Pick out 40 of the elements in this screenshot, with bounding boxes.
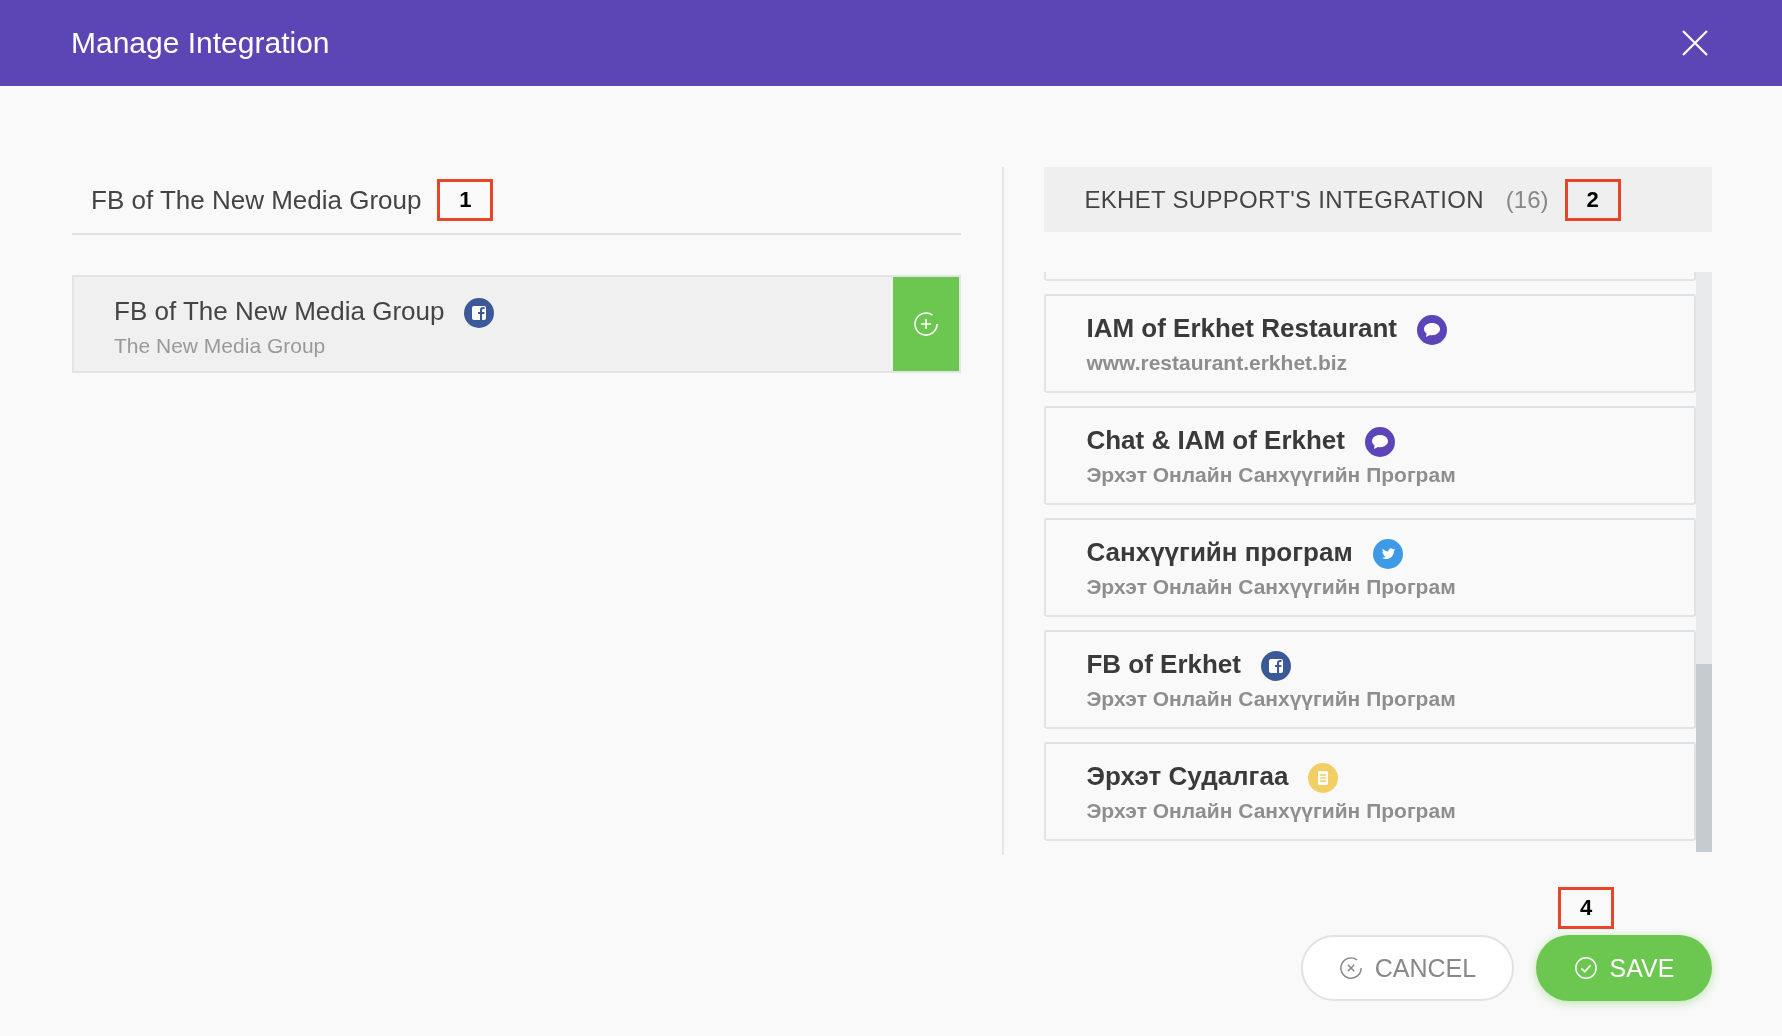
integration-card[interactable]: Эрхэт Судалгаа Эрхэт Онлайн Санхүүгийн Програм <box>1044 742 1696 841</box>
panel-title: FB of The New Media Group <box>91 184 422 216</box>
integration-card[interactable]: FB of The New Media Group The New Media Group <box>72 275 962 373</box>
scrollbar-thumb[interactable] <box>1696 664 1712 852</box>
integration-card[interactable]: Chat & IAM of Erkhet Эрхэт Онлайн Санхүүгийн Програм <box>1044 406 1696 505</box>
integration-subtitle: Эрхэт Онлайн Санхүүгийн Програм <box>1086 687 1457 711</box>
integration-name: Санхүүгийн програм <box>1086 537 1353 568</box>
integration-name: IAM of Erkhet Restaurant <box>1086 313 1398 344</box>
callout-label: 2 <box>1564 178 1621 221</box>
integration-name: Chat & IAM of Erkhet <box>1086 425 1345 456</box>
integration-subtitle: Эрхэт Онлайн Санхүүгийн Програм <box>1086 799 1457 823</box>
facebook-icon <box>1261 651 1291 681</box>
integration-subtitle: Эрхэт Онлайн Санхүүгийн Програм <box>1086 463 1457 487</box>
close-button[interactable] <box>1680 28 1710 58</box>
add-button[interactable] <box>893 277 960 371</box>
document-icon <box>1308 763 1339 793</box>
window-title: Manage Integration <box>71 26 330 60</box>
plus-circle-icon <box>913 311 940 337</box>
cancel-button[interactable]: CANCEL <box>1301 935 1514 1001</box>
check-circle-icon <box>1573 956 1598 980</box>
integration-name: Эрхэт Судалгаа <box>1086 761 1289 792</box>
integration-name: FB of Erkhet <box>1086 649 1241 680</box>
integration-name: FB of The New Media Group <box>114 296 445 327</box>
callout-label: 1 <box>437 179 494 221</box>
close-circle-icon <box>1338 956 1363 980</box>
integration-subtitle: The New Media Group <box>114 334 327 358</box>
callout-label: 4 <box>1558 887 1614 929</box>
integration-card[interactable]: Санхүүгийн програм Эрхэт Онлайн Санхүүгийн Програм <box>1044 518 1696 617</box>
bird-icon <box>1372 539 1403 569</box>
facebook-icon <box>464 298 495 328</box>
close-icon <box>1680 28 1710 58</box>
panel-title: EKHET SUPPORT'S INTEGRATION <box>1084 185 1484 214</box>
chat-bubble-icon <box>1417 315 1448 345</box>
integration-subtitle: www.restaurant.erkhet.biz <box>1086 351 1349 375</box>
integration-card[interactable]: IAM of Erkhet Restaurant www.restaurant.erkhet.biz <box>1044 294 1696 393</box>
integration-card[interactable]: FB of Erkhet Эрхэт Онлайн Санхүүгийн Програм <box>1044 630 1696 729</box>
scrollbar[interactable] <box>1696 272 1712 852</box>
chat-bubble-icon <box>1365 427 1395 457</box>
item-count: (16) <box>1505 185 1549 214</box>
integration-subtitle: Эрхэт Онлайн Санхүүгийн Програм <box>1086 575 1457 599</box>
